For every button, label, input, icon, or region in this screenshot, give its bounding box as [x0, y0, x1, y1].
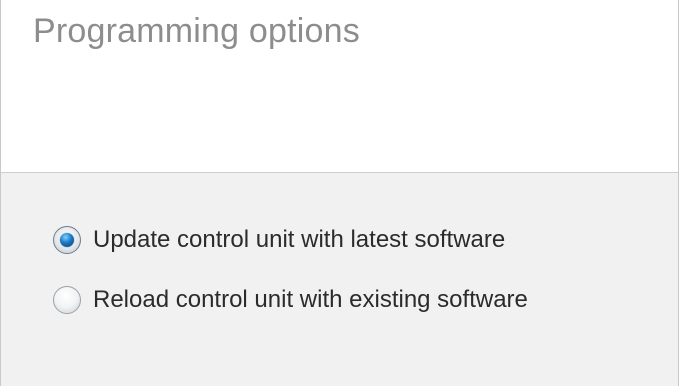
panel-header: Programming options [1, 0, 678, 173]
radio-dot-icon [60, 233, 74, 247]
option-reload-software[interactable]: Reload control unit with existing softwa… [53, 280, 528, 320]
option-label-update: Update control unit with latest software [93, 226, 506, 253]
radio-button-unselected[interactable] [53, 286, 81, 314]
programming-options-panel: Programming options Update control unit … [0, 0, 679, 386]
option-update-software[interactable]: Update control unit with latest software [53, 220, 505, 260]
options-body: Update control unit with latest software… [1, 173, 678, 386]
page-title: Programming options [33, 12, 360, 50]
option-label-reload: Reload control unit with existing softwa… [93, 286, 528, 313]
radio-button-selected[interactable] [53, 226, 81, 254]
